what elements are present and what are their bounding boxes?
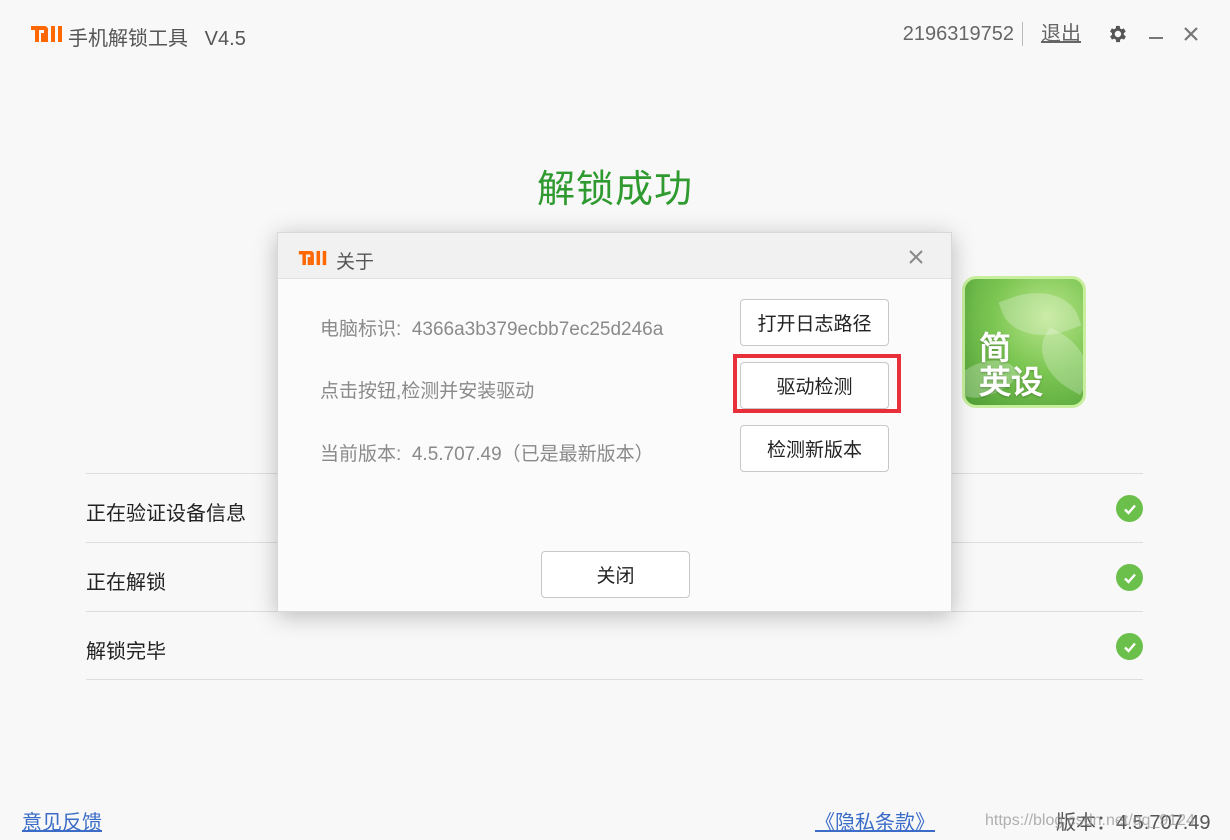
about-dialog: 关于 电脑标识: 4366a3b379ecbb7ec25d246a 打开日志路径… — [277, 232, 952, 612]
logo-text-line-1: 简 — [979, 330, 1012, 366]
jianyingshe-logo: 简 英设 — [962, 276, 1086, 408]
check-icon — [1116, 495, 1143, 522]
watermark: https://blog.csdn.net/qq_9124 — [985, 812, 1195, 829]
dialog-close-action-button[interactable]: 关闭 — [541, 551, 690, 598]
pc-id-value: 4366a3b379ecbb7ec25d246a — [411, 319, 664, 340]
gear-icon — [1110, 25, 1126, 43]
app-title-text: 手机解锁工具 — [68, 28, 188, 50]
dialog-header: 关于 — [278, 233, 951, 279]
check-icon — [1116, 633, 1143, 660]
version-row: 当前版本: 4.5.707.49（已是最新版本） — [320, 439, 654, 466]
app-title: 手机解锁工具 V4.5 — [68, 22, 246, 51]
minimize-icon — [1149, 37, 1163, 39]
logo-text-line-2: 英设 — [979, 364, 1044, 400]
privacy-link[interactable]: 《隐私条款》 — [815, 806, 935, 835]
version-value: 4.5.707.49（已是最新版本） — [411, 444, 654, 465]
mi-logo-icon — [31, 26, 62, 42]
minimize-button[interactable] — [1144, 22, 1168, 46]
highlight-box — [733, 354, 901, 413]
check-update-button[interactable]: 检测新版本 — [740, 425, 889, 472]
logout-link[interactable]: 退出 — [1041, 22, 1081, 46]
feedback-link[interactable]: 意见反馈 — [22, 806, 102, 835]
step-label: 正在解锁 — [86, 572, 166, 594]
app-version: V4.5 — [204, 28, 246, 50]
dialog-title: 关于 — [336, 252, 375, 273]
mi-logo-icon — [298, 250, 327, 266]
pc-id-row: 电脑标识: 4366a3b379ecbb7ec25d246a — [320, 314, 663, 341]
step-label: 正在验证设备信息 — [86, 503, 246, 525]
unlock-success-title: 解锁成功 — [536, 169, 693, 211]
title-bar: 手机解锁工具 V4.5 2196319752 退出 — [0, 0, 1230, 70]
settings-button[interactable] — [1105, 22, 1129, 46]
step-label: 解锁完毕 — [86, 641, 166, 663]
step-row: 解锁完毕 — [86, 611, 1143, 680]
driver-hint: 点击按钮,检测并安装驱动 — [320, 381, 535, 402]
dialog-close-button[interactable] — [904, 245, 928, 269]
close-icon — [909, 250, 923, 264]
open-log-path-button[interactable]: 打开日志路径 — [740, 299, 889, 346]
user-id: 2196319752 — [903, 22, 1023, 46]
close-button[interactable] — [1179, 22, 1203, 46]
check-icon — [1116, 564, 1143, 591]
version-label: 当前版本: — [320, 444, 402, 465]
close-icon — [1184, 27, 1198, 41]
pc-id-label: 电脑标识: — [320, 319, 402, 340]
